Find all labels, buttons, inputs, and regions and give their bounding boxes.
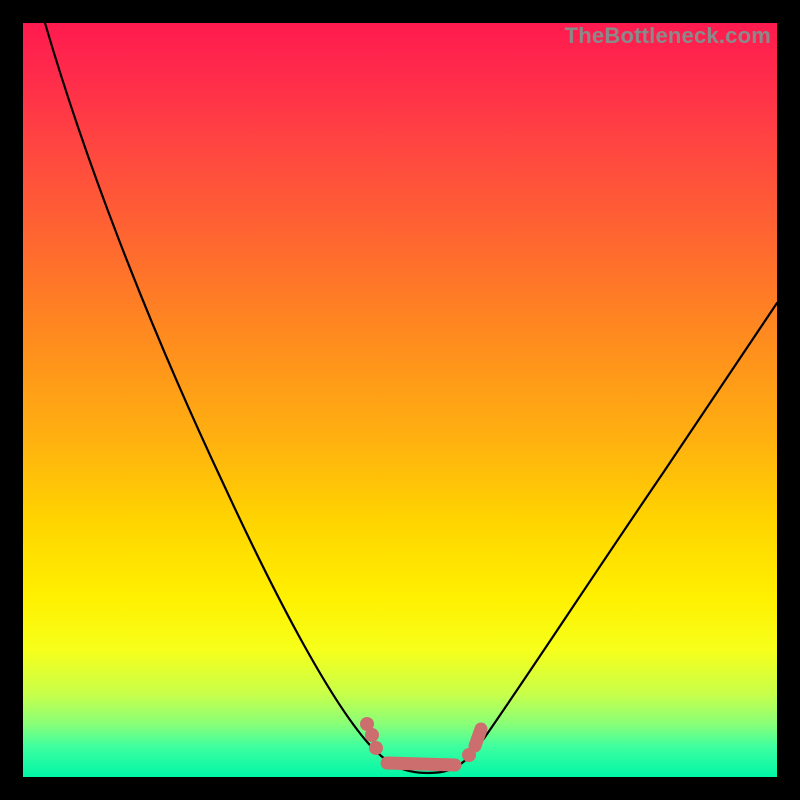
curve-layer bbox=[23, 23, 777, 777]
plot-area: TheBottleneck.com bbox=[23, 23, 777, 777]
bottleneck-curve bbox=[45, 23, 777, 773]
optimal-zone-dots bbox=[360, 717, 481, 765]
chart-frame: TheBottleneck.com bbox=[0, 0, 800, 800]
